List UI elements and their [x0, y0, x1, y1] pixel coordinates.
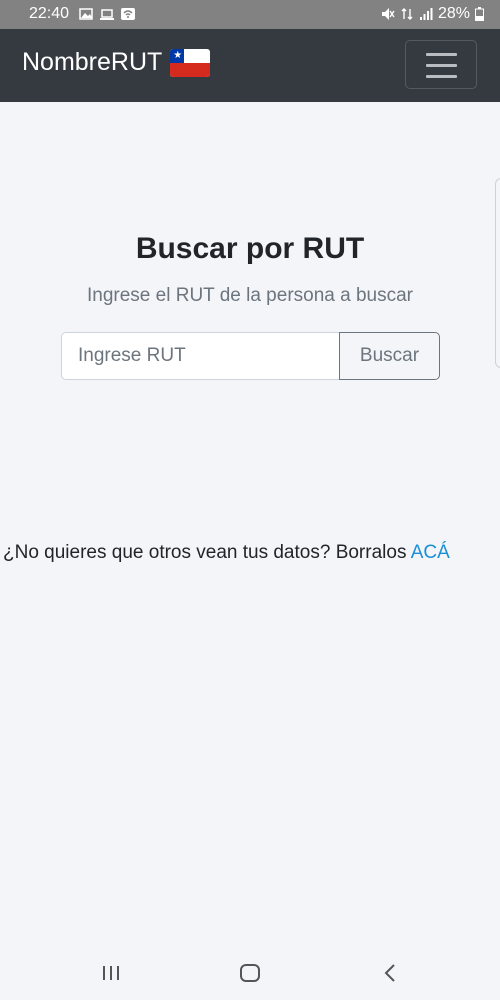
- home-button[interactable]: [233, 956, 267, 990]
- hamburger-menu-button[interactable]: [405, 40, 477, 89]
- status-bar: 22:40 28%: [0, 0, 500, 29]
- battery-percent: 28%: [437, 5, 470, 22]
- mute-icon: [381, 8, 395, 20]
- scroll-edge-handle[interactable]: [495, 178, 500, 368]
- recent-apps-button[interactable]: [94, 956, 128, 990]
- search-button[interactable]: Buscar: [339, 332, 440, 380]
- android-navigation-bar: [0, 944, 500, 1000]
- laptop-icon: [100, 9, 115, 20]
- chile-flag-icon: ★: [170, 48, 211, 77]
- navbar: NombreRUT ★: [0, 29, 500, 102]
- status-time: 22:40: [29, 5, 70, 22]
- privacy-note: ¿No quieres que otros vean tus datos? Bo…: [3, 542, 500, 564]
- page-subtitle: Ingrese el RUT de la persona a buscar: [87, 285, 413, 306]
- page-title: Buscar por RUT: [135, 232, 365, 265]
- rut-search-input[interactable]: [61, 332, 340, 380]
- wifi-icon: [121, 8, 136, 20]
- back-button[interactable]: [373, 956, 407, 990]
- signal-icon: [419, 8, 433, 20]
- brand-link[interactable]: NombreRUT ★: [22, 48, 211, 77]
- battery-icon: [475, 7, 484, 21]
- brand-name: NombreRUT: [22, 48, 163, 76]
- hamburger-menu-icon: [426, 53, 457, 56]
- home-icon: [240, 964, 260, 982]
- delete-data-link[interactable]: ACÁ: [411, 542, 450, 563]
- privacy-note-text: ¿No quieres que otros vean tus datos? Bo…: [3, 542, 411, 563]
- data-icon: [401, 8, 413, 20]
- recent-apps-icon: [103, 966, 119, 980]
- image-icon: [79, 8, 93, 20]
- back-icon: [384, 964, 395, 982]
